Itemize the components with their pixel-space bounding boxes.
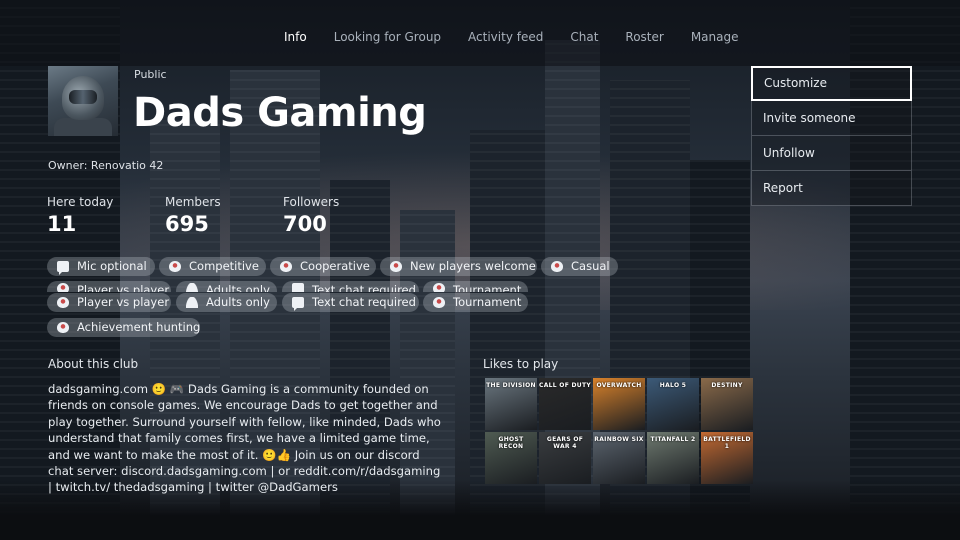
stat-followers: Followers 700 [283,195,339,236]
game-tile[interactable]: THE DIVISION [485,378,537,430]
controller-icon [551,261,563,272]
game-title: GHOST RECON [498,436,524,450]
tag-achievement-hunting[interactable]: Achievement hunting [47,318,200,337]
avatar-figure-body [54,118,112,136]
club-nav-tabs: Info Looking for Group Activity feed Cha… [284,30,766,44]
game-tile[interactable]: RAINBOW SIX [593,432,645,484]
stat-label: Members [165,195,221,209]
game-title: BATTLEFIELD 1 [703,436,751,450]
game-title: CALL OF DUTY [539,382,591,389]
stat-members: Members 695 [165,195,221,236]
controller-icon [433,297,445,308]
game-title: THE DIVISION [486,382,536,389]
tab-manage[interactable]: Manage [691,30,739,44]
tag-adults-only[interactable]: Adults only [176,293,277,312]
tab-chat[interactable]: Chat [570,30,598,44]
game-title: TITANFALL 2 [650,436,696,443]
tag-label: Mic optional [77,259,147,273]
tag-player-vs-player-partial[interactable]: Player vs player [47,281,171,292]
club-privacy: Public [134,68,167,81]
tag-label: Adults only [206,283,270,292]
tag-adults-only-partial[interactable]: Adults only [176,281,277,292]
stat-here-today: Here today 11 [47,195,113,236]
tag-label: Text chat required [312,295,416,309]
chat-icon [292,297,304,311]
controller-icon [57,283,69,292]
tag-label: Cooperative [300,259,370,273]
tag-label: Casual [571,259,610,273]
tab-info[interactable]: Info [284,30,307,44]
game-tile[interactable]: OVERWATCH [593,378,645,430]
game-title: DESTINY [711,382,743,389]
tag-text-chat-required[interactable]: Text chat required [282,293,419,312]
game-title: OVERWATCH [596,382,642,389]
game-title: HALO 5 [659,382,687,389]
club-avatar [48,66,118,136]
game-tile[interactable]: CALL OF DUTY [539,378,591,430]
games-grid: THE DIVISION CALL OF DUTY OVERWATCH HALO 5 D… [485,378,753,484]
tab-roster[interactable]: Roster [625,30,663,44]
stat-value: 695 [165,212,209,236]
tag-label: Player vs player [77,295,170,309]
tab-looking-for-group[interactable]: Looking for Group [334,30,441,44]
tag-label: Achievement hunting [77,320,200,334]
tag-competitive[interactable]: Competitive [159,257,266,276]
stat-label: Here today [47,195,114,209]
club-owner: Owner: Renovatio 42 [48,159,164,172]
stat-value: 700 [283,212,327,236]
tag-label: Tournament [453,295,522,309]
chat-icon [57,261,69,275]
game-title: GEARS OF WAR 4 [546,436,584,450]
stat-value: 11 [47,212,77,236]
tag-text-chat-required-partial[interactable]: Text chat required [282,281,419,292]
club-name: Dads Gaming [133,90,427,136]
game-tile[interactable]: GHOST RECON [485,432,537,484]
game-tile[interactable]: DESTINY [701,378,753,430]
controller-icon [390,261,402,272]
invite-someone-button[interactable]: Invite someone [751,101,912,136]
tag-label: New players welcome [410,259,536,273]
game-title: RAINBOW SIX [594,436,644,443]
tag-new-players-welcome[interactable]: New players welcome [380,257,537,276]
people-icon [186,283,198,292]
people-icon [186,297,198,308]
tab-activity-feed[interactable]: Activity feed [468,30,543,44]
tag-label: Tournament [453,283,522,292]
game-tile[interactable]: BATTLEFIELD 1 [701,432,753,484]
club-actions-menu: Customize Invite someone Unfollow Report [751,66,912,206]
controller-icon [280,261,292,272]
tag-label: Competitive [189,259,259,273]
tag-mic-optional[interactable]: Mic optional [47,257,155,276]
stat-label: Followers [283,195,340,209]
controller-icon [433,283,445,292]
game-tile[interactable]: HALO 5 [647,378,699,430]
controller-icon [57,322,69,333]
game-tile[interactable]: TITANFALL 2 [647,432,699,484]
tag-label: Player vs player [77,283,170,292]
unfollow-button[interactable]: Unfollow [751,136,912,171]
avatar-visor [69,90,97,104]
tag-tournament-partial[interactable]: Tournament [423,281,528,292]
tag-label: Text chat required [312,283,416,292]
report-button[interactable]: Report [751,171,912,206]
tag-label: Adults only [206,295,270,309]
tag-tournament[interactable]: Tournament [423,293,528,312]
tag-casual[interactable]: Casual [541,257,618,276]
tag-player-vs-player[interactable]: Player vs player [47,293,171,312]
customize-button[interactable]: Customize [751,66,912,101]
likes-to-play-title: Likes to play [483,357,559,371]
tag-cooperative[interactable]: Cooperative [270,257,376,276]
controller-icon [57,297,69,308]
controller-icon [169,261,181,272]
about-section-title: About this club [48,357,139,371]
chat-icon [292,283,304,292]
game-tile[interactable]: GEARS OF WAR 4 [539,432,591,484]
about-description: dadsgaming.com 🙂 🎮 Dads Gaming is a comm… [48,382,441,495]
